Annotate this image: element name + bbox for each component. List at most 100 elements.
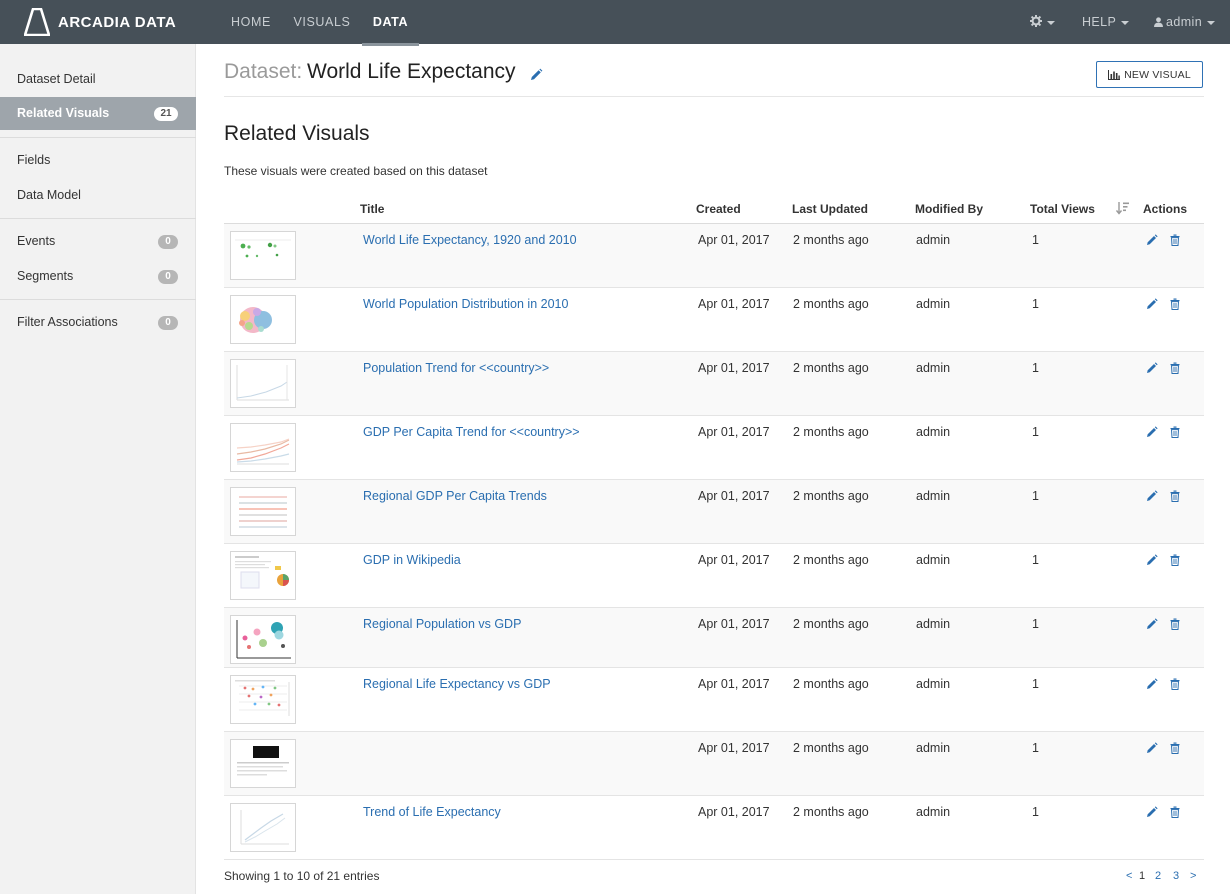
thumbnail-image (231, 488, 295, 535)
column-created[interactable]: Created (696, 202, 741, 216)
last-updated: 2 months ago (793, 425, 869, 439)
visual-title-link[interactable]: Regional Population vs GDP (363, 617, 521, 631)
sidebar-item-related-visuals[interactable]: Related Visuals 21 (0, 97, 196, 130)
total-views: 1 (1032, 233, 1039, 247)
total-views: 1 (1032, 741, 1039, 755)
visual-thumbnail[interactable] (230, 359, 296, 408)
sort-descending-icon[interactable] (1116, 201, 1130, 215)
nav-visuals[interactable]: VISUALS (288, 0, 356, 44)
pencil-icon[interactable] (1146, 618, 1158, 630)
last-updated: 2 months ago (793, 741, 869, 755)
settings-menu[interactable] (1029, 0, 1055, 44)
pagination-prev[interactable]: < (1126, 870, 1132, 882)
sidebar-item-events[interactable]: Events 0 (0, 225, 196, 258)
visual-title-link[interactable]: GDP Per Capita Trend for <<country>> (363, 425, 580, 439)
sidebar-item-filter-associations[interactable]: Filter Associations 0 (0, 306, 196, 339)
thumbnail-image (231, 676, 295, 723)
last-updated: 2 months ago (793, 489, 869, 503)
new-visual-button[interactable]: NEW VISUAL (1096, 61, 1203, 88)
visual-thumbnail[interactable] (230, 615, 296, 664)
thumbnail-image (231, 552, 295, 599)
pencil-icon[interactable] (1146, 362, 1158, 374)
visual-thumbnail[interactable] (230, 803, 296, 852)
column-title[interactable]: Title (360, 202, 384, 216)
new-visual-label: NEW VISUAL (1124, 68, 1191, 81)
visual-title-link[interactable]: Regional Life Expectancy vs GDP (363, 677, 551, 691)
modified-by: admin (916, 741, 951, 755)
user-menu[interactable]: admin (1154, 0, 1216, 44)
pencil-icon[interactable] (1146, 554, 1158, 566)
visual-thumbnail[interactable] (230, 423, 296, 472)
brand-logo[interactable]: ARCADIA DATA (24, 8, 176, 36)
sidebar-item-data-model[interactable]: Data Model (0, 179, 196, 212)
brand-name: ARCADIA DATA (58, 13, 177, 31)
pagination-page-3[interactable]: 3 (1173, 870, 1179, 882)
created-date: Apr 01, 2017 (698, 741, 770, 755)
pencil-icon[interactable] (1146, 234, 1158, 246)
help-menu[interactable]: HELP (1082, 0, 1130, 44)
pencil-icon[interactable] (1146, 678, 1158, 690)
visual-thumbnail[interactable] (230, 739, 296, 788)
sidebar: Dataset Detail Related Visuals 21 Fields… (0, 44, 196, 894)
pagination-page-1[interactable]: 1 (1139, 870, 1145, 882)
sidebar-item-segments[interactable]: Segments 0 (0, 260, 196, 293)
trash-icon[interactable] (1169, 490, 1181, 502)
created-date: Apr 01, 2017 (698, 425, 770, 439)
pencil-icon[interactable] (1146, 298, 1158, 310)
visual-thumbnail[interactable] (230, 295, 296, 344)
modified-by: admin (916, 805, 951, 819)
trash-icon[interactable] (1169, 678, 1181, 690)
column-modified-by[interactable]: Modified By (915, 202, 983, 216)
table-row: World Population Distribution in 2010 Apr… (224, 288, 1204, 352)
pencil-icon[interactable] (529, 68, 543, 82)
modified-by: admin (916, 425, 951, 439)
pagination-next[interactable]: > (1190, 870, 1196, 882)
pencil-icon[interactable] (1146, 426, 1158, 438)
user-icon (1154, 17, 1163, 27)
nav-home[interactable]: HOME (222, 0, 280, 44)
table-row: Regional Life Expectancy vs GDP Apr 01, 2… (224, 668, 1204, 732)
sidebar-item-dataset-detail[interactable]: Dataset Detail (0, 63, 196, 96)
sidebar-item-label: Filter Associations (17, 315, 118, 329)
visual-title-link[interactable]: GDP in Wikipedia (363, 553, 461, 567)
sidebar-item-label: Events (17, 234, 56, 248)
sidebar-item-fields[interactable]: Fields (0, 144, 196, 177)
gear-icon (1029, 14, 1043, 28)
visual-title-link[interactable]: Trend of Life Expectancy (363, 805, 501, 819)
visual-thumbnail[interactable] (230, 675, 296, 724)
nav-data[interactable]: DATA (362, 0, 419, 46)
trash-icon[interactable] (1169, 298, 1181, 310)
trash-icon[interactable] (1169, 554, 1181, 566)
sidebar-item-label: Fields (17, 153, 51, 167)
last-updated: 2 months ago (793, 297, 869, 311)
visual-thumbnail[interactable] (230, 551, 296, 600)
visual-title-link[interactable]: Regional GDP Per Capita Trends (363, 489, 547, 503)
trash-icon[interactable] (1169, 234, 1181, 246)
visual-title-link[interactable]: Population Trend for <<country>> (363, 361, 549, 375)
sidebar-item-label: Segments (17, 269, 74, 283)
count-badge: 0 (158, 270, 178, 284)
visual-title-link[interactable]: World Population Distribution in 2010 (363, 297, 568, 311)
trash-icon[interactable] (1169, 426, 1181, 438)
pagination-page-2[interactable]: 2 (1155, 870, 1161, 882)
visual-title-link[interactable]: World Life Expectancy, 1920 and 2010 (363, 233, 577, 247)
trash-icon[interactable] (1169, 618, 1181, 630)
column-total-views[interactable]: Total Views (1030, 202, 1095, 216)
arcadia-logo-icon (24, 8, 50, 36)
modified-by: admin (916, 553, 951, 567)
trash-icon[interactable] (1169, 742, 1181, 754)
trash-icon[interactable] (1169, 362, 1181, 374)
pencil-icon[interactable] (1146, 490, 1158, 502)
visual-thumbnail[interactable] (230, 231, 296, 280)
total-views: 1 (1032, 677, 1039, 691)
column-last-updated[interactable]: Last Updated (792, 202, 868, 216)
visual-thumbnail[interactable] (230, 487, 296, 536)
created-date: Apr 01, 2017 (698, 805, 770, 819)
section-description: These visuals were created based on this… (224, 164, 488, 178)
total-views: 1 (1032, 297, 1039, 311)
last-updated: 2 months ago (793, 805, 869, 819)
pencil-icon[interactable] (1146, 742, 1158, 754)
pencil-icon[interactable] (1146, 806, 1158, 818)
trash-icon[interactable] (1169, 806, 1181, 818)
sidebar-item-label: Related Visuals (17, 106, 110, 120)
